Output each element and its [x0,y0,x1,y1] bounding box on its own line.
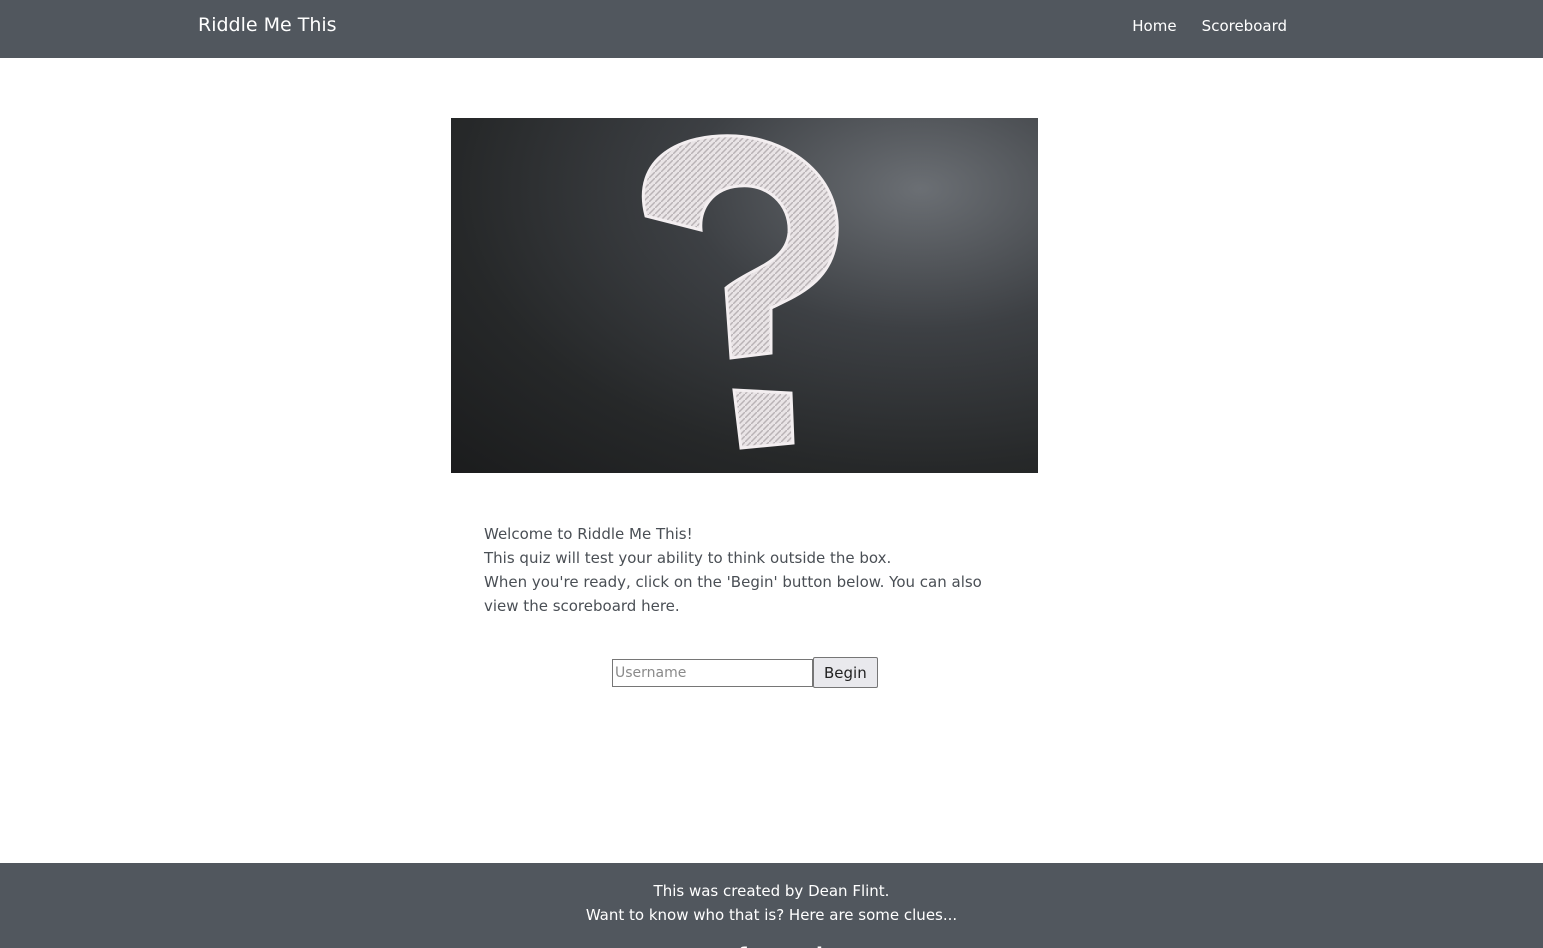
intro-instructions: When you're ready, click on the 'Begin' … [484,573,982,615]
question-mark-icon [641,134,839,450]
facebook-icon[interactable]: f [738,943,747,948]
nav-link-scoreboard[interactable]: Scoreboard [1202,17,1287,35]
hero-image [451,118,1038,473]
navbar: Riddle Me This Home Scoreboard [0,0,1543,58]
begin-button[interactable]: Begin [813,657,878,688]
username-input[interactable] [612,658,813,687]
intro-description: This quiz will test your ability to thin… [484,549,892,567]
intro-text: Welcome to Riddle Me This! This quiz wil… [484,522,1014,618]
nav-link-home[interactable]: Home [1132,17,1176,35]
brand-link[interactable]: Riddle Me This [198,14,337,36]
github-icon[interactable]: ● [650,943,667,948]
footer: This was created by Dean Flint. Want to … [0,863,1543,948]
start-form: Begin [612,657,878,688]
nav-links: Home Scoreboard [1112,16,1287,35]
linkedin-icon[interactable]: i [816,943,823,948]
social-links: ● f i [650,943,890,948]
footer-credit: This was created by Dean Flint. [653,882,890,900]
intro-welcome: Welcome to Riddle Me This! [484,525,693,543]
footer-clue: Want to know who that is? Here are some … [585,906,958,924]
